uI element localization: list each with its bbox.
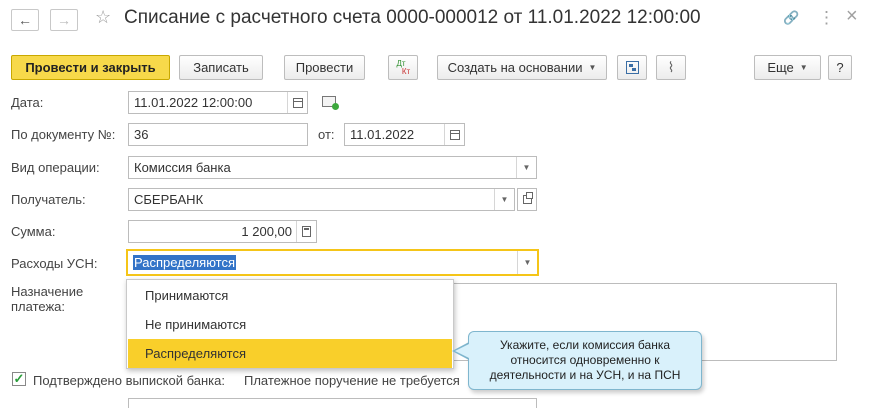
post-and-close-label: Провести и закрыть: [25, 60, 156, 75]
tooltip-arrow-inner: [455, 344, 469, 358]
calendar-icon: [449, 129, 460, 140]
option-label: Распределяются: [145, 346, 247, 361]
chevron-down-icon[interactable]: ▼: [494, 189, 514, 210]
doc-number-value: 36: [134, 127, 149, 142]
hint-tooltip: Укажите, если комиссия банка относится о…: [468, 331, 702, 390]
save-label: Записать: [193, 60, 249, 75]
date-label: Дата:: [11, 95, 44, 110]
operation-value: Комиссия банка: [134, 160, 231, 175]
from-label: от:: [318, 127, 335, 142]
dropdown-option[interactable]: Не принимаются: [128, 310, 452, 339]
date-value: 11.01.2022 12:00:00: [134, 95, 253, 110]
create-based-on-label: Создать на основании: [447, 60, 583, 75]
more-button[interactable]: Еще ▼: [754, 55, 821, 80]
usn-expenses-select[interactable]: Распределяются ▼: [126, 249, 539, 276]
recipient-value: СБЕРБАНК: [134, 192, 204, 207]
forward-button[interactable]: →: [50, 9, 78, 31]
open-icon: [522, 192, 533, 204]
tooltip-line2: относится одновременно к: [510, 353, 660, 367]
confirmed-checkbox[interactable]: ✓: [12, 372, 26, 386]
usn-expenses-label: Расходы УСН:: [11, 256, 98, 271]
usn-expenses-dropdown: Принимаются Не принимаются Распределяютс…: [126, 279, 454, 369]
chevron-down-icon[interactable]: ▼: [516, 157, 536, 178]
chevron-down-icon[interactable]: ▼: [517, 251, 537, 274]
option-label: Принимаются: [145, 288, 229, 303]
purpose-label-line2: платежа:: [11, 299, 65, 314]
recipient-label: Получатель:: [11, 192, 86, 207]
more-label: Еще: [767, 60, 794, 75]
calendar-button[interactable]: [444, 124, 464, 145]
chevron-down-icon: ▼: [799, 63, 808, 72]
save-button[interactable]: Записать: [179, 55, 263, 80]
tooltip-line3: деятельности и на УСН, и на ПСН: [489, 368, 681, 382]
calendar-button[interactable]: [287, 92, 307, 113]
calculator-icon: [302, 226, 311, 237]
structure-icon: [625, 61, 639, 74]
paperclip-icon: ⌇: [667, 59, 675, 75]
attach-button[interactable]: ⌇: [656, 55, 686, 80]
purpose-label: Назначение платежа:: [11, 284, 83, 314]
page-title: Списание с расчетного счета 0000-000012 …: [124, 7, 701, 28]
calendar-icon: [292, 97, 303, 108]
calculator-button[interactable]: [296, 221, 316, 242]
date-input[interactable]: 11.01.2022 12:00:00: [128, 91, 308, 114]
operation-select[interactable]: Комиссия банка ▼: [128, 156, 537, 179]
purpose-label-line1: Назначение: [11, 284, 84, 299]
doc-number-label: По документу №:: [11, 127, 116, 142]
kt-icon: Кт: [401, 66, 411, 76]
help-label: ?: [836, 60, 844, 75]
bank-statement-icon[interactable]: [322, 96, 339, 110]
more-vertical-icon[interactable]: ⋮: [818, 8, 835, 28]
usn-expenses-value: Распределяются: [133, 255, 237, 270]
post-button[interactable]: Провести: [284, 55, 365, 80]
dt-kt-button[interactable]: Дт Кт: [388, 55, 418, 80]
operation-label: Вид операции:: [11, 160, 100, 175]
amount-label: Сумма:: [11, 224, 56, 239]
post-label: Провести: [295, 60, 354, 75]
dropdown-option[interactable]: Принимаются: [128, 281, 452, 310]
help-button[interactable]: ?: [828, 55, 852, 80]
arrow-left-icon: ←: [18, 12, 32, 28]
confirmed-label: Подтверждено выпиской банка:: [33, 373, 225, 388]
doc-number-input[interactable]: 36: [128, 123, 308, 146]
close-icon[interactable]: ×: [846, 5, 858, 28]
payment-order-text: Платежное поручение не требуется: [244, 373, 460, 388]
dropdown-option-selected[interactable]: Распределяются: [128, 339, 452, 368]
from-date-value: 11.01.2022: [350, 127, 415, 142]
amount-input[interactable]: 1 200,00: [128, 220, 317, 243]
tooltip-line1: Укажите, если комиссия банка: [499, 338, 671, 352]
structure-button[interactable]: [617, 55, 647, 80]
from-date-input[interactable]: 11.01.2022: [344, 123, 465, 146]
post-and-close-button[interactable]: Провести и закрыть: [11, 55, 170, 80]
amount-value: 1 200,00: [241, 224, 292, 239]
chevron-down-icon: ▼: [588, 63, 597, 72]
back-button[interactable]: ←: [11, 9, 39, 31]
link-icon[interactable]: 🔗: [783, 10, 799, 26]
open-recipient-button[interactable]: [517, 188, 537, 211]
bottom-field[interactable]: [128, 398, 537, 408]
favorite-star-icon[interactable]: ☆: [95, 7, 111, 28]
arrow-right-icon: →: [57, 12, 71, 28]
option-label: Не принимаются: [145, 317, 247, 332]
create-based-on-button[interactable]: Создать на основании ▼: [437, 55, 607, 80]
recipient-select[interactable]: СБЕРБАНК ▼: [128, 188, 515, 211]
